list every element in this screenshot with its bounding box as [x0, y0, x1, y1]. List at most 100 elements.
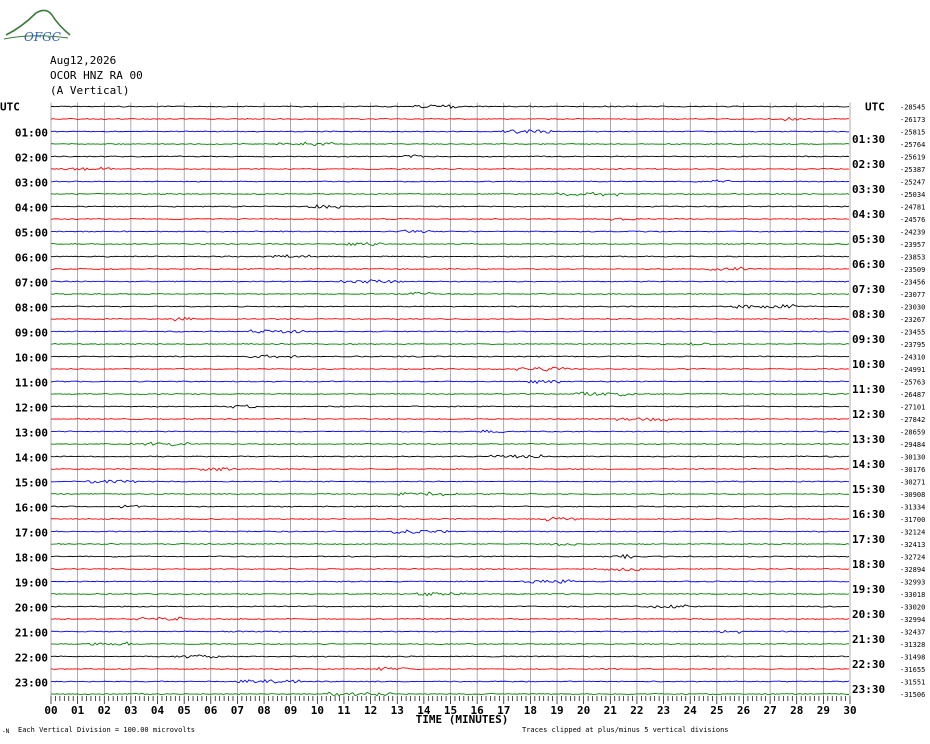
trace-offset-label: -25387 — [900, 166, 925, 174]
trace-line — [50, 579, 850, 584]
trace-offset-label: -23030 — [900, 304, 925, 312]
left-hour-label: 11:00 — [15, 377, 48, 390]
x-axis-title: TIME (MINUTES) — [416, 713, 509, 726]
left-hour-label: 20:00 — [15, 602, 48, 615]
trace-offset-label: -30176 — [900, 466, 925, 474]
x-tick-label: 21 — [604, 704, 618, 717]
x-tick-label: 29 — [817, 704, 830, 717]
trace-line — [50, 629, 850, 635]
trace-line — [50, 141, 850, 147]
trace-line — [50, 567, 850, 572]
trace-offset-label: -33018 — [900, 591, 925, 599]
clipping-note: Traces clipped at plus/minus 5 vertical … — [522, 726, 729, 734]
right-hour-label: 04:30 — [852, 208, 885, 221]
x-tick-label: 01 — [71, 704, 85, 717]
trace-offset-label: -27101 — [900, 404, 925, 412]
trace-line — [50, 504, 850, 509]
x-tick-label: 13 — [391, 704, 404, 717]
x-tick-label: 30 — [843, 704, 856, 717]
trace-offset-label: -30908 — [900, 491, 925, 499]
trace-offset-label: -26173 — [900, 116, 925, 124]
x-tick-label: 10 — [311, 704, 324, 717]
x-tick-label: 23 — [657, 704, 670, 717]
left-hour-label: 09:00 — [15, 327, 48, 340]
right-hour-label: 14:30 — [852, 458, 885, 471]
trace-offset-label: -33020 — [900, 604, 925, 612]
trace-offset-label: -31551 — [900, 679, 925, 687]
trace-offset-label: -31334 — [900, 504, 925, 512]
x-tick-label: 00 — [44, 704, 57, 717]
trace-offset-label: -31655 — [900, 666, 925, 674]
left-hour-label: 12:00 — [15, 402, 48, 415]
left-hour-label: 16:00 — [15, 502, 48, 515]
trace-line — [50, 641, 850, 646]
trace-line — [50, 366, 850, 372]
x-tick-label: 25 — [710, 704, 723, 717]
trace-line — [50, 666, 850, 671]
trace-offset-label: -27842 — [900, 416, 925, 424]
trace-offset-label: -23456 — [900, 279, 925, 287]
left-hour-label: 19:00 — [15, 577, 48, 590]
right-hour-label: 15:30 — [852, 483, 885, 496]
trace-line — [50, 354, 850, 359]
trace-line — [50, 217, 850, 221]
left-hour-label: 03:00 — [15, 177, 48, 190]
x-tick-label: 08 — [257, 704, 270, 717]
x-tick-label: 09 — [284, 704, 297, 717]
trace-offset-label: -32724 — [900, 554, 925, 562]
right-hour-label: 21:30 — [852, 633, 885, 646]
trace-line — [50, 467, 850, 472]
trace-offset-label: -31506 — [900, 691, 925, 699]
left-hour-label: 21:00 — [15, 627, 48, 640]
trace-line — [50, 404, 850, 409]
right-hour-label: 20:30 — [852, 608, 885, 621]
left-hour-label: 08:00 — [15, 302, 48, 315]
trace-offset-label: -31700 — [900, 516, 925, 524]
x-tick-label: 06 — [204, 704, 218, 717]
right-hour-label: 05:30 — [852, 233, 885, 246]
trace-line — [50, 342, 850, 346]
trace-line — [50, 529, 850, 534]
trace-line — [50, 316, 850, 322]
trace-offset-label: -25034 — [900, 191, 925, 199]
trace-offset-label: -24576 — [900, 216, 925, 224]
right-hour-label: 23:30 — [852, 683, 885, 696]
right-hour-label: 03:30 — [852, 183, 885, 196]
trace-line — [50, 254, 850, 259]
trace-line — [50, 116, 850, 122]
right-hour-label: 17:30 — [852, 533, 885, 546]
trace-offset-label: -25247 — [900, 179, 925, 187]
trace-offset-label: -32894 — [900, 566, 925, 574]
right-hour-label: 16:30 — [852, 508, 885, 521]
trace-offset-label: -32993 — [900, 579, 925, 587]
right-hour-label: 02:30 — [852, 158, 885, 171]
x-tick-label: 22 — [630, 704, 643, 717]
right-hour-label: 18:30 — [852, 558, 885, 571]
trace-line — [50, 454, 850, 459]
trace-offset-label: -24991 — [900, 366, 925, 374]
trace-offset-label: -23795 — [900, 341, 925, 349]
right-hour-label: 09:30 — [852, 333, 885, 346]
trace-offset-label: -26487 — [900, 391, 925, 399]
x-tick-label: 12 — [364, 704, 377, 717]
left-hour-label: 06:00 — [15, 252, 48, 265]
right-hour-label: 13:30 — [852, 433, 885, 446]
corner-mark: -N — [2, 728, 10, 735]
trace-offset-label: -23267 — [900, 316, 925, 324]
left-hour-label: 14:00 — [15, 452, 48, 465]
left-hour-label: 17:00 — [15, 527, 48, 540]
trace-line — [50, 241, 850, 247]
trace-line — [50, 441, 850, 447]
left-hour-label: 15:00 — [15, 477, 48, 490]
trace-line — [50, 266, 850, 271]
x-tick-label: 27 — [763, 704, 776, 717]
trace-line — [50, 616, 850, 621]
trace-line — [50, 379, 850, 385]
left-hour-label: 07:00 — [15, 277, 48, 290]
right-hour-label: 19:30 — [852, 583, 885, 596]
x-tick-label: 28 — [790, 704, 803, 717]
trace-offset-label: -32437 — [900, 629, 925, 637]
right-hour-label: 12:30 — [852, 408, 885, 421]
trace-offset-label: -28659 — [900, 429, 925, 437]
left-hour-label: 10:00 — [15, 352, 48, 365]
